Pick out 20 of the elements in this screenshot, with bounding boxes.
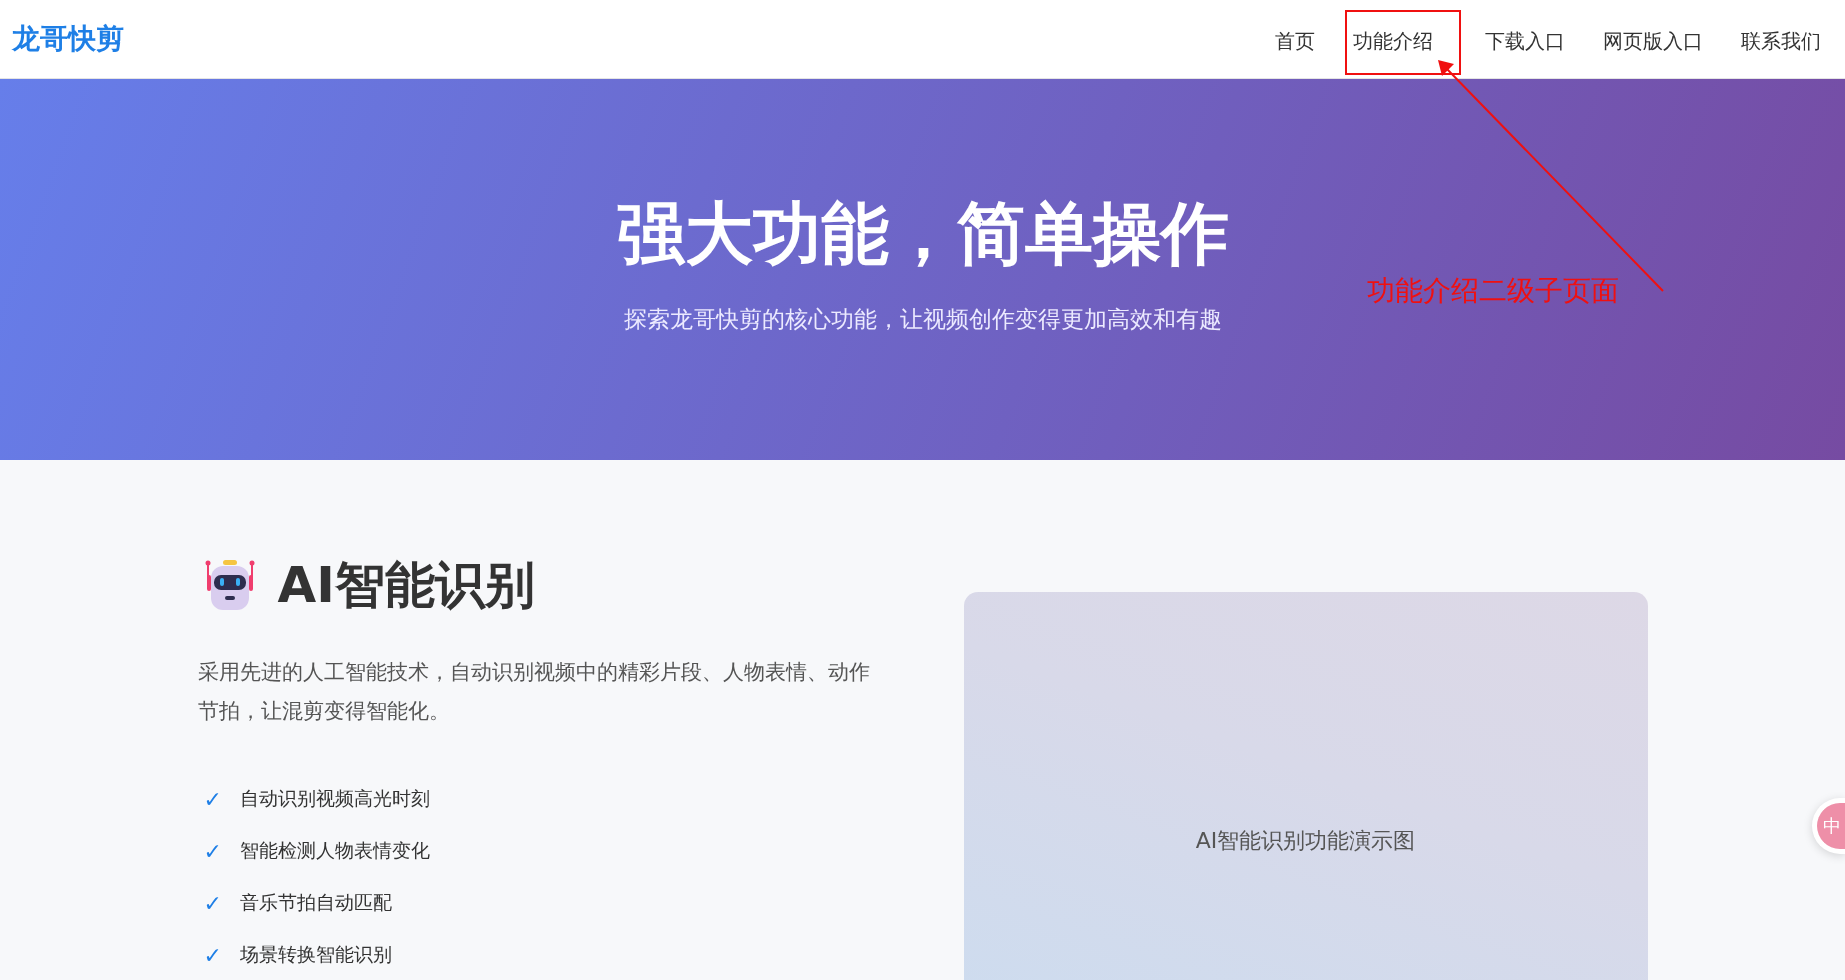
feature-description: 采用先进的人工智能技术，自动识别视频中的精彩片段、人物表情、动作节拍，让混剪变得智能化。	[197, 659, 871, 725]
hero-subtitle: 探索龙哥快剪的核心功能，让视频创作变得更加高效和有趣	[623, 304, 1222, 334]
nav-link[interactable]: 首页	[1267, 9, 1329, 75]
site-logo[interactable]: 龙哥快剪	[12, 20, 124, 58]
check-icon: ✓	[203, 838, 222, 864]
annotation-text: 功能介绍二级子页面	[1367, 273, 1619, 309]
nav-link[interactable]: 联系我们	[1733, 9, 1835, 75]
check-icon: ✓	[203, 786, 222, 812]
hero-title: 强大功能，简单操作	[616, 197, 1229, 272]
feature-point: 音乐节拍自动匹配	[239, 890, 392, 915]
feature-point: 场景转换智能识别	[239, 942, 392, 967]
check-icon: ✓	[203, 890, 222, 916]
nav-link[interactable]: 下载入口	[1477, 9, 1579, 75]
check-icon: ✓	[203, 942, 222, 968]
feature-title: AI智能识别	[277, 555, 535, 616]
feature-point: 智能检测人物表情变化	[239, 838, 430, 863]
nav-link[interactable]: 网页版入口	[1595, 9, 1717, 75]
feature-point: 自动识别视频高光时刻	[239, 786, 430, 811]
demo-caption: AI智能识别功能演示图	[1195, 827, 1416, 855]
nav-link[interactable]: 功能介绍	[1345, 9, 1461, 75]
